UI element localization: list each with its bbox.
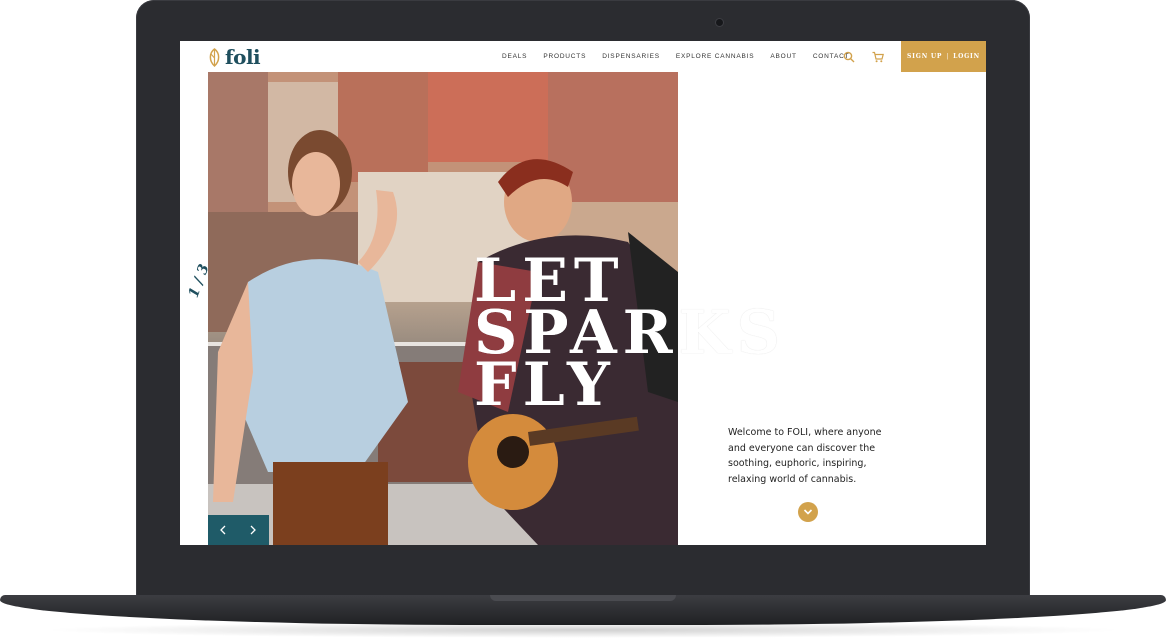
search-icon[interactable] — [843, 51, 855, 63]
laptop-base-notch — [490, 595, 676, 601]
nav-explore-cannabis[interactable]: EXPLORE CANNABIS — [676, 53, 755, 60]
chevron-right-icon — [250, 525, 256, 535]
auth-bar: SIGN UP | LOGIN — [901, 41, 986, 72]
website-screen: foli DEALS PRODUCTS DISPENSARIES EXPLORE… — [180, 41, 986, 545]
login-button[interactable]: LOGIN — [953, 53, 980, 60]
nav-products[interactable]: PRODUCTS — [543, 53, 586, 60]
leaf-logo-icon — [209, 47, 220, 67]
site-header: foli DEALS PRODUCTS DISPENSARIES EXPLORE… — [180, 41, 986, 72]
chevron-left-icon — [220, 525, 226, 535]
signup-button[interactable]: SIGN UP — [907, 53, 942, 60]
laptop-shadow — [40, 622, 1126, 638]
hero-headline: LET SPARKS FLY — [474, 251, 786, 415]
cart-icon[interactable] — [872, 51, 884, 63]
scroll-down-button[interactable] — [798, 502, 818, 522]
nav-dispensaries[interactable]: DISPENSARIES — [602, 53, 660, 60]
logo-wordmark: foli — [225, 45, 261, 69]
auth-separator: | — [946, 53, 950, 60]
nav-deals[interactable]: DEALS — [502, 53, 527, 60]
slider-prev-button[interactable] — [208, 515, 238, 545]
webcam — [716, 19, 723, 26]
main-navigation: DEALS PRODUCTS DISPENSARIES EXPLORE CANN… — [502, 53, 849, 60]
slider-next-button[interactable] — [238, 515, 268, 545]
slider-controls — [208, 515, 269, 545]
chevron-down-icon — [803, 509, 813, 515]
intro-text: Welcome to FOLI, where anyone and everyo… — [728, 427, 882, 485]
foli-logo[interactable]: foli — [207, 45, 261, 69]
nav-about[interactable]: ABOUT — [770, 53, 796, 60]
